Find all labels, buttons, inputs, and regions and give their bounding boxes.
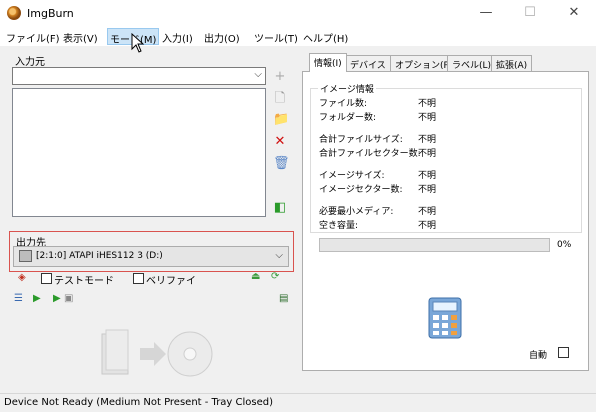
clear-icon[interactable]: 🗑 bbox=[273, 157, 290, 171]
info-value: 不明 bbox=[418, 221, 437, 231]
add-icon[interactable]: + bbox=[273, 70, 287, 84]
remove-icon[interactable]: ✕ bbox=[273, 135, 287, 149]
status-text: Device Not Ready (Medium Not Present - T… bbox=[4, 397, 274, 408]
test-mode-checkbox[interactable] bbox=[41, 273, 52, 284]
play-icon[interactable]: ▶ bbox=[33, 293, 41, 305]
verify-checkbox[interactable] bbox=[133, 273, 144, 284]
play-icon[interactable]: ▶ bbox=[53, 293, 61, 305]
log-icon[interactable]: ☰ bbox=[14, 293, 23, 305]
test-mode-label: テストモード bbox=[54, 276, 114, 287]
info-value: 不明 bbox=[418, 171, 437, 181]
browse-file-icon[interactable]: 🗋 bbox=[273, 92, 287, 106]
browse-folder-icon[interactable]: 📁 bbox=[273, 113, 289, 127]
device-name: [2:1:0] ATAPI iHES112 3 (D:) bbox=[36, 251, 163, 261]
tab-info[interactable]: 情報(I) bbox=[309, 53, 347, 72]
info-key: ファイル数: bbox=[319, 99, 368, 109]
minimize-button[interactable]: — bbox=[464, 0, 508, 28]
write-speed-icon[interactable]: ◈ bbox=[18, 272, 26, 284]
imgburn-app-icon bbox=[7, 6, 21, 20]
menu-bar: ファイル(F) 表示(V) モード(M) 入力(I) 出力(O) ツール(T) … bbox=[0, 28, 596, 46]
window-title: ImgBurn bbox=[27, 7, 74, 20]
menu-tools[interactable]: ツール(T) bbox=[254, 30, 298, 45]
info-key: フォルダー数: bbox=[319, 113, 377, 123]
info-value: 不明 bbox=[418, 135, 437, 145]
info-key: 必要最小メディア: bbox=[319, 207, 394, 217]
menu-file[interactable]: ファイル(F) bbox=[6, 30, 60, 45]
maximize-button[interactable]: ☐ bbox=[508, 0, 552, 28]
auto-label: 自動 bbox=[529, 351, 548, 361]
refresh-icon[interactable]: ⟳ bbox=[271, 271, 279, 283]
info-value: 不明 bbox=[418, 113, 437, 123]
menu-input[interactable]: 入力(I) bbox=[162, 30, 193, 45]
status-bar: Device Not Ready (Medium Not Present - T… bbox=[0, 393, 596, 412]
info-key: 合計ファイルサイズ: bbox=[319, 135, 403, 145]
calculate-icon[interactable]: ◧ bbox=[273, 201, 287, 215]
info-value: 不明 bbox=[418, 99, 437, 109]
calculator-icon[interactable] bbox=[428, 297, 462, 339]
drive-icon bbox=[19, 250, 32, 262]
chevron-down-icon: ⌵ bbox=[275, 250, 283, 261]
tab-device[interactable]: デバイス bbox=[345, 55, 391, 71]
info-value: 不明 bbox=[418, 185, 437, 195]
menu-view[interactable]: 表示(V) bbox=[63, 30, 98, 45]
build-mode-graphic-icon[interactable] bbox=[98, 328, 218, 380]
source-file-list[interactable] bbox=[12, 88, 266, 217]
source-label: 入力元 bbox=[15, 57, 45, 68]
tab-labels[interactable]: ラベル(L) bbox=[447, 55, 497, 71]
graph-icon[interactable]: ▤ bbox=[279, 293, 288, 305]
menu-help[interactable]: ヘルプ(H) bbox=[303, 30, 348, 45]
source-dropdown[interactable]: ⌵ bbox=[12, 67, 266, 85]
info-key: イメージセクター数: bbox=[319, 185, 403, 195]
chevron-down-icon: ⌵ bbox=[254, 69, 262, 80]
progress-bar bbox=[319, 238, 550, 252]
destination-device-dropdown[interactable]: [2:1:0] ATAPI iHES112 3 (D:) ⌵ bbox=[13, 246, 289, 267]
verify-label: ベリファイ bbox=[146, 276, 196, 287]
info-key: イメージサイズ: bbox=[319, 171, 385, 181]
info-key: 空き容量: bbox=[319, 221, 359, 231]
info-key: 合計ファイルセクター数: bbox=[319, 149, 421, 159]
eject-icon[interactable]: ⏏ bbox=[251, 271, 260, 283]
info-value: 不明 bbox=[418, 207, 437, 217]
tab-advanced[interactable]: 拡張(A) bbox=[491, 55, 533, 71]
mouse-cursor-icon bbox=[131, 33, 145, 53]
image-info-legend: イメージ情報 bbox=[318, 82, 376, 95]
menu-output[interactable]: 出力(O) bbox=[204, 30, 240, 45]
progress-percent: 0% bbox=[557, 240, 572, 250]
title-bar: ImgBurn — ☐ ✕ bbox=[0, 0, 596, 28]
auto-checkbox[interactable] bbox=[558, 347, 569, 358]
queue-icon[interactable]: ▣ bbox=[64, 293, 73, 305]
info-value: 不明 bbox=[418, 149, 437, 159]
close-button[interactable]: ✕ bbox=[552, 0, 596, 28]
